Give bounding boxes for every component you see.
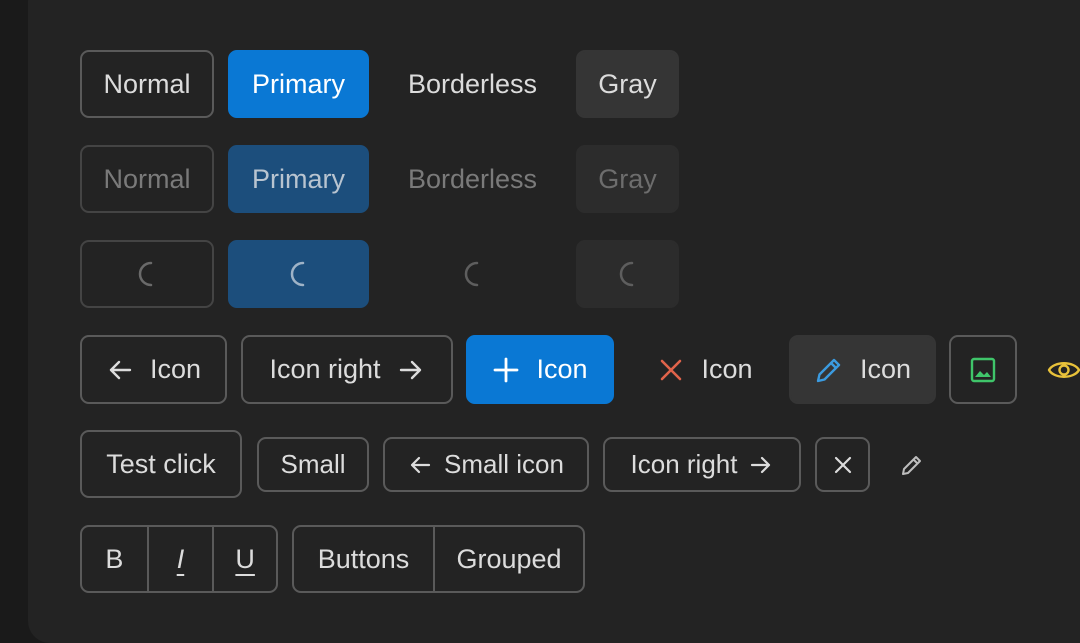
text-format-button-group: B I U <box>80 525 278 593</box>
arrow-right-icon <box>749 453 773 477</box>
add-icon-button[interactable]: Icon <box>466 335 614 404</box>
test-click-button-label: Test click <box>106 448 216 479</box>
test-click-button[interactable]: Test click <box>80 430 242 498</box>
icon-left-button[interactable]: Icon <box>80 335 227 404</box>
small-icon-button-label: Small icon <box>444 449 564 479</box>
loading-spinner-icon <box>290 261 304 287</box>
close-icon-button-label: Icon <box>701 354 753 384</box>
plus-icon <box>492 356 520 384</box>
small-button[interactable]: Small <box>257 437 369 492</box>
primary-button[interactable]: Primary <box>228 50 369 118</box>
image-icon-button[interactable] <box>949 335 1017 404</box>
small-button-label: Small <box>280 449 346 479</box>
eye-icon <box>1047 356 1080 384</box>
normal-button-disabled: Normal <box>80 145 214 213</box>
underline-button[interactable]: U <box>212 527 276 591</box>
normal-button-label: Normal <box>103 68 191 99</box>
close-icon-button[interactable]: Icon <box>635 335 775 404</box>
close-icon <box>832 454 854 476</box>
eye-icon-button[interactable] <box>1030 335 1080 404</box>
borderless-button-label: Borderless <box>407 68 538 99</box>
borderless-button-loading <box>390 240 555 308</box>
loading-spinner-icon <box>138 261 153 287</box>
normal-button[interactable]: Normal <box>80 50 214 118</box>
gray-button-disabled: Gray <box>576 145 679 213</box>
small-close-button[interactable] <box>815 437 870 492</box>
borderless-button-disabled-label: Borderless <box>407 163 538 194</box>
arrow-left-icon <box>106 356 134 384</box>
edit-icon-button[interactable]: Icon <box>789 335 936 404</box>
normal-button-disabled-label: Normal <box>103 163 191 194</box>
gray-button-loading <box>576 240 679 308</box>
gray-button-disabled-label: Gray <box>598 163 657 194</box>
gray-button[interactable]: Gray <box>576 50 679 118</box>
italic-button[interactable]: I <box>146 527 213 591</box>
normal-button-loading <box>80 240 214 308</box>
small-icon-right-button[interactable]: Icon right <box>603 437 801 492</box>
buttons-group-item[interactable]: Buttons <box>294 527 433 591</box>
grouped-group-item-label: Grouped <box>456 543 562 574</box>
arrow-left-icon <box>408 453 432 477</box>
grouped-buttons: Buttons Grouped <box>292 525 585 593</box>
borderless-button-disabled: Borderless <box>390 145 555 213</box>
bold-button[interactable]: B <box>82 527 147 591</box>
primary-button-disabled: Primary <box>228 145 369 213</box>
icon-left-button-label: Icon <box>149 354 202 384</box>
underline-icon: U <box>235 543 255 574</box>
small-icon-button[interactable]: Small icon <box>383 437 589 492</box>
primary-button-label: Primary <box>252 68 345 99</box>
italic-icon: I <box>176 543 185 574</box>
bold-icon: B <box>105 543 124 574</box>
borderless-button[interactable]: Borderless <box>390 50 555 118</box>
close-icon <box>657 356 685 384</box>
pencil-icon <box>899 452 925 478</box>
edit-icon-button-label: Icon <box>859 354 912 384</box>
pencil-icon <box>814 355 844 385</box>
small-edit-button[interactable] <box>884 437 939 492</box>
small-icon-right-button-label: Icon right <box>630 449 738 479</box>
buttons-group-item-label: Buttons <box>317 543 410 574</box>
icon-right-button[interactable]: Icon right <box>241 335 453 404</box>
primary-button-loading <box>228 240 369 308</box>
loading-spinner-icon <box>464 261 478 287</box>
primary-button-disabled-label: Primary <box>252 163 345 194</box>
grouped-group-item[interactable]: Grouped <box>433 527 583 591</box>
icon-right-button-label: Icon right <box>269 354 381 384</box>
add-icon-button-label: Icon <box>536 354 588 384</box>
image-icon <box>969 356 997 384</box>
gray-button-label: Gray <box>598 68 657 99</box>
arrow-right-icon <box>397 356 425 384</box>
loading-spinner-icon <box>619 261 633 287</box>
